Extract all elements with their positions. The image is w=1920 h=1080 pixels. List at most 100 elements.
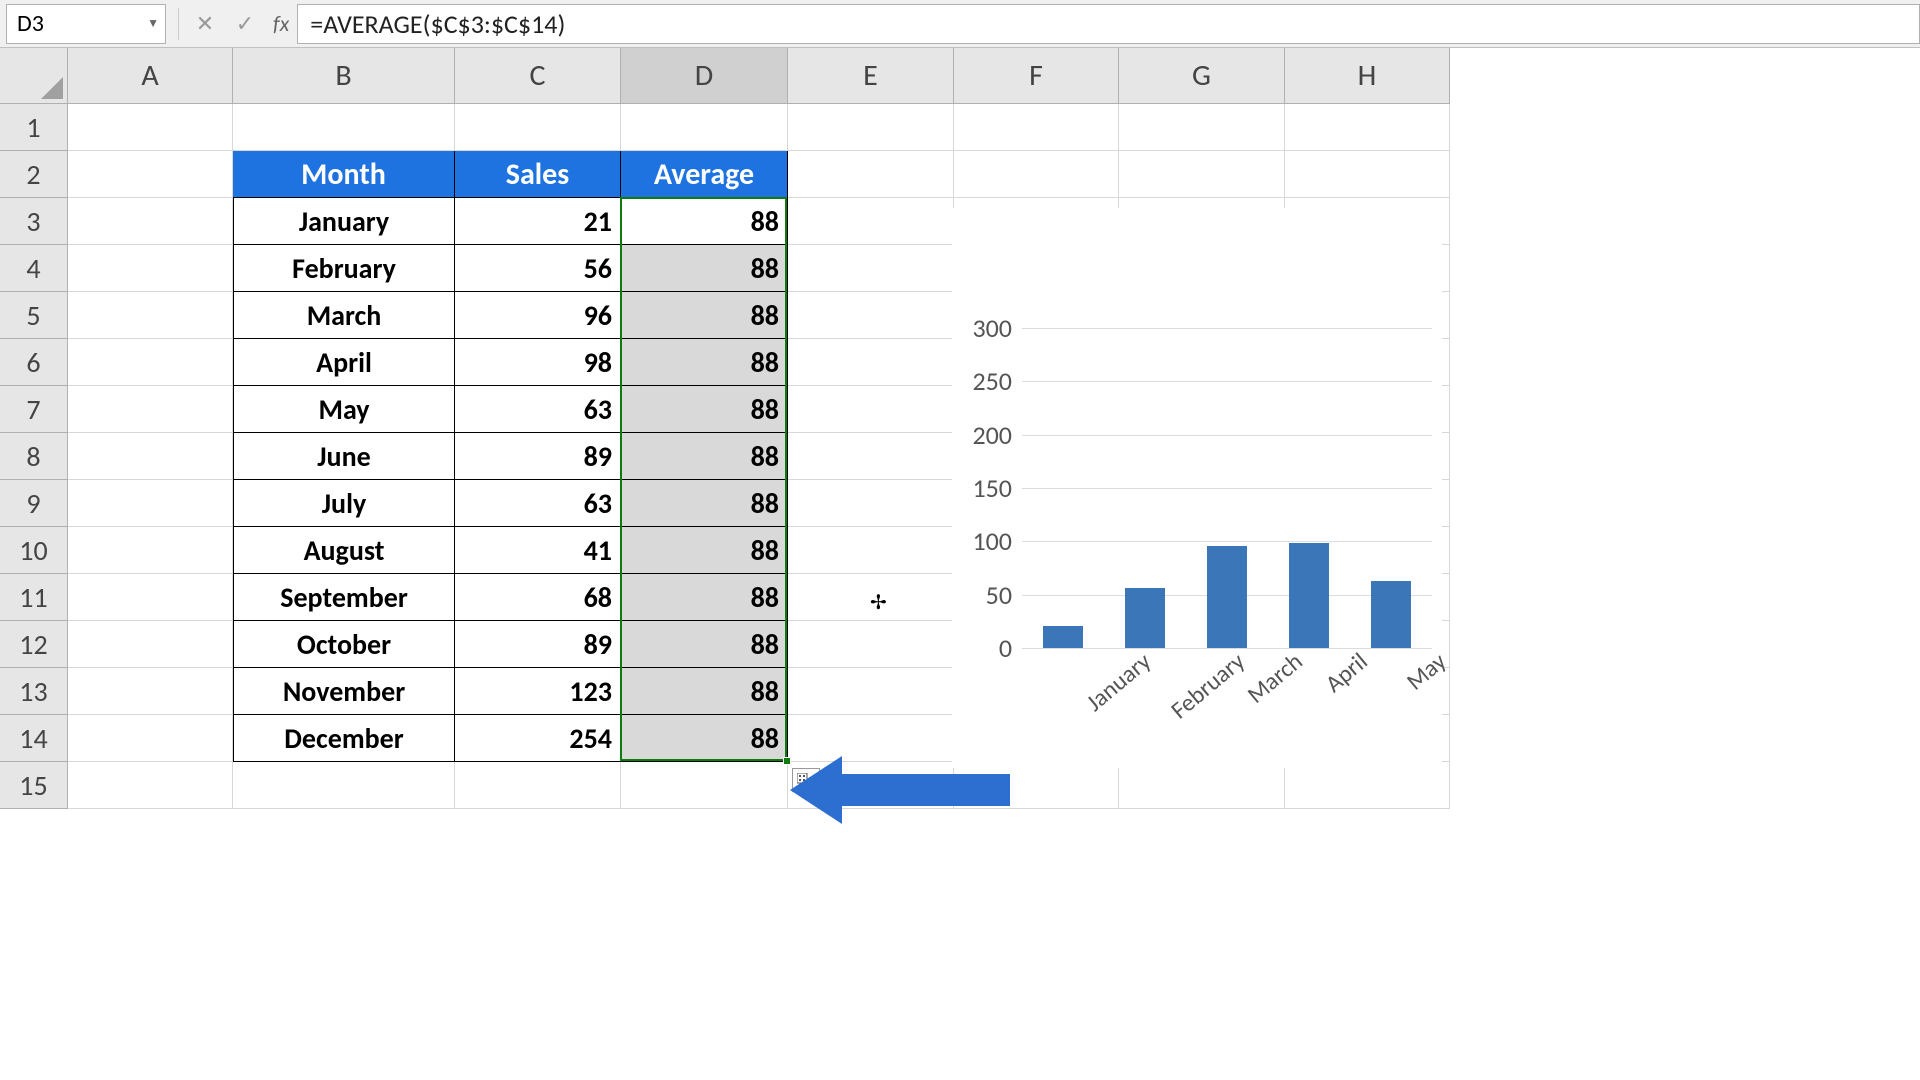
- autofill-options-button[interactable]: [792, 768, 820, 792]
- row-header-8[interactable]: 8: [0, 433, 68, 480]
- row-header-13[interactable]: 13: [0, 668, 68, 715]
- cell-B3[interactable]: January: [233, 198, 455, 245]
- column-header-C[interactable]: C: [455, 48, 621, 104]
- cell-A7[interactable]: [68, 386, 233, 433]
- cell-A13[interactable]: [68, 668, 233, 715]
- column-header-H[interactable]: H: [1285, 48, 1450, 104]
- cell-B14[interactable]: December: [233, 715, 455, 762]
- cell-E3[interactable]: [788, 198, 954, 245]
- fill-handle[interactable]: [783, 757, 791, 765]
- cell-A12[interactable]: [68, 621, 233, 668]
- cell-A15[interactable]: [68, 762, 233, 809]
- confirm-icon[interactable]: ✓: [225, 4, 265, 44]
- cell-D9[interactable]: 88: [621, 480, 788, 527]
- cell-E7[interactable]: [788, 386, 954, 433]
- chart-bar[interactable]: [1371, 581, 1411, 648]
- column-header-E[interactable]: E: [788, 48, 954, 104]
- select-all-corner[interactable]: [0, 48, 68, 104]
- cell-E5[interactable]: [788, 292, 954, 339]
- cell-C11[interactable]: 68: [455, 574, 621, 621]
- row-header-4[interactable]: 4: [0, 245, 68, 292]
- name-box[interactable]: D3 ▼: [6, 4, 166, 44]
- chart-bar[interactable]: [1289, 543, 1329, 648]
- cell-E12[interactable]: [788, 621, 954, 668]
- cell-G15[interactable]: [1119, 762, 1285, 809]
- cancel-icon[interactable]: ✕: [185, 4, 225, 44]
- cell-E9[interactable]: [788, 480, 954, 527]
- cell-D4[interactable]: 88: [621, 245, 788, 292]
- cell-B10[interactable]: August: [233, 527, 455, 574]
- row-header-5[interactable]: 5: [0, 292, 68, 339]
- cell-H15[interactable]: [1285, 762, 1450, 809]
- row-header-11[interactable]: 11: [0, 574, 68, 621]
- cell-D7[interactable]: 88: [621, 386, 788, 433]
- cell-D14[interactable]: 88: [621, 715, 788, 762]
- row-header-1[interactable]: 1: [0, 104, 68, 151]
- cell-D3[interactable]: 88: [621, 198, 788, 245]
- cell-C3[interactable]: 21: [455, 198, 621, 245]
- cell-B4[interactable]: February: [233, 245, 455, 292]
- cell-E8[interactable]: [788, 433, 954, 480]
- cell-B6[interactable]: April: [233, 339, 455, 386]
- cell-E1[interactable]: [788, 104, 954, 151]
- cell-C13[interactable]: 123: [455, 668, 621, 715]
- row-header-6[interactable]: 6: [0, 339, 68, 386]
- cell-A9[interactable]: [68, 480, 233, 527]
- cell-A6[interactable]: [68, 339, 233, 386]
- cell-E2[interactable]: [788, 151, 954, 198]
- cell-B9[interactable]: July: [233, 480, 455, 527]
- cell-D13[interactable]: 88: [621, 668, 788, 715]
- cell-C12[interactable]: 89: [455, 621, 621, 668]
- cell-D5[interactable]: 88: [621, 292, 788, 339]
- cell-D10[interactable]: 88: [621, 527, 788, 574]
- cell-C10[interactable]: 41: [455, 527, 621, 574]
- cell-E14[interactable]: [788, 715, 954, 762]
- cell-G2[interactable]: [1119, 151, 1285, 198]
- cell-A14[interactable]: [68, 715, 233, 762]
- cell-A3[interactable]: [68, 198, 233, 245]
- row-header-15[interactable]: 15: [0, 762, 68, 809]
- cell-D15[interactable]: [621, 762, 788, 809]
- cell-C7[interactable]: 63: [455, 386, 621, 433]
- chart-bar[interactable]: [1043, 626, 1083, 648]
- cell-F2[interactable]: [954, 151, 1119, 198]
- cell-C9[interactable]: 63: [455, 480, 621, 527]
- cell-C14[interactable]: 254: [455, 715, 621, 762]
- cell-C1[interactable]: [455, 104, 621, 151]
- chart-bar[interactable]: [1207, 546, 1247, 648]
- cell-C6[interactable]: 98: [455, 339, 621, 386]
- cell-B11[interactable]: September: [233, 574, 455, 621]
- cell-B15[interactable]: [233, 762, 455, 809]
- column-header-D[interactable]: D: [621, 48, 788, 104]
- column-header-G[interactable]: G: [1119, 48, 1285, 104]
- cell-E4[interactable]: [788, 245, 954, 292]
- cell-A8[interactable]: [68, 433, 233, 480]
- chart[interactable]: 050100150200250300JanuaryFebruaryMarchAp…: [952, 208, 1442, 768]
- row-header-10[interactable]: 10: [0, 527, 68, 574]
- cell-B2[interactable]: Month: [233, 151, 455, 198]
- cell-C2[interactable]: Sales: [455, 151, 621, 198]
- row-header-14[interactable]: 14: [0, 715, 68, 762]
- cell-A11[interactable]: [68, 574, 233, 621]
- cell-B12[interactable]: October: [233, 621, 455, 668]
- cell-E10[interactable]: [788, 527, 954, 574]
- cell-A2[interactable]: [68, 151, 233, 198]
- formula-input[interactable]: =AVERAGE($C$3:$C$14): [297, 4, 1920, 44]
- cell-E11[interactable]: [788, 574, 954, 621]
- cell-C8[interactable]: 89: [455, 433, 621, 480]
- row-header-12[interactable]: 12: [0, 621, 68, 668]
- row-header-9[interactable]: 9: [0, 480, 68, 527]
- row-header-7[interactable]: 7: [0, 386, 68, 433]
- cell-B5[interactable]: March: [233, 292, 455, 339]
- row-header-2[interactable]: 2: [0, 151, 68, 198]
- cell-D1[interactable]: [621, 104, 788, 151]
- column-header-A[interactable]: A: [68, 48, 233, 104]
- cell-C4[interactable]: 56: [455, 245, 621, 292]
- cell-C5[interactable]: 96: [455, 292, 621, 339]
- cell-D12[interactable]: 88: [621, 621, 788, 668]
- cell-F1[interactable]: [954, 104, 1119, 151]
- cell-H1[interactable]: [1285, 104, 1450, 151]
- cell-C15[interactable]: [455, 762, 621, 809]
- chevron-down-icon[interactable]: ▼: [147, 16, 159, 31]
- column-header-F[interactable]: F: [954, 48, 1119, 104]
